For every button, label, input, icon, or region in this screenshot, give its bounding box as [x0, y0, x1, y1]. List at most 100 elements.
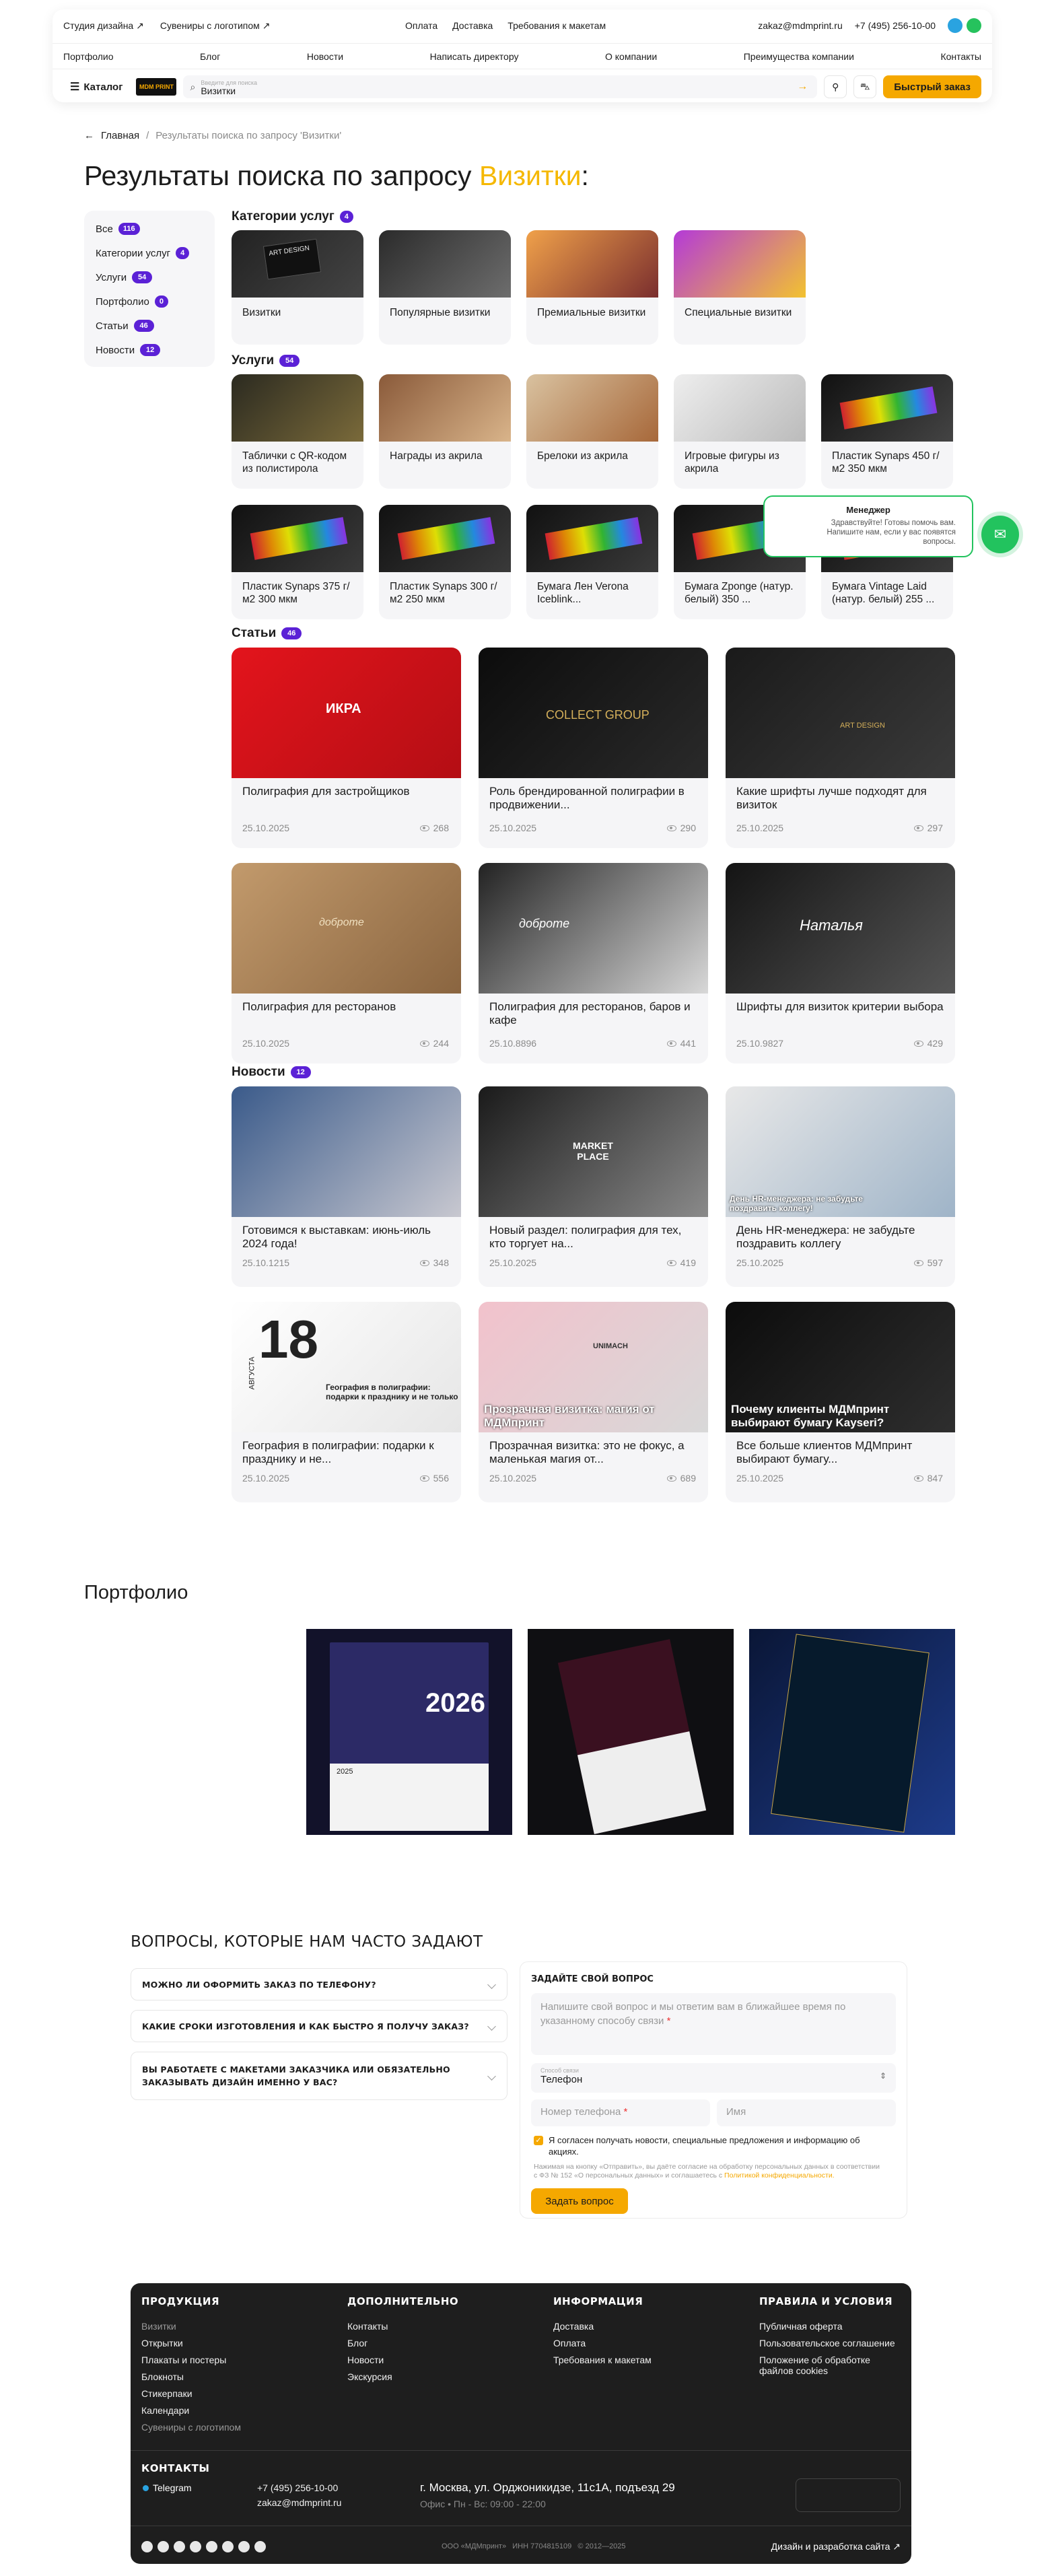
developer-link[interactable]: Дизайн и разработка сайта ↗	[771, 2541, 901, 2552]
youtube-icon[interactable]	[174, 2541, 185, 2552]
arrow-right-icon[interactable]: →	[797, 81, 808, 93]
footer-link[interactable]: Доставка	[553, 2321, 695, 2332]
delivery-link[interactable]: Доставка	[452, 20, 493, 31]
footer-telegram[interactable]: Telegram	[143, 2482, 192, 2493]
dzen-icon[interactable]	[254, 2541, 266, 2552]
requirements-link[interactable]: Требования к макетам	[508, 20, 606, 31]
news-card[interactable]: Готовимся к выставкам: июнь-июль 2024 го…	[232, 1086, 461, 1287]
manager-popup[interactable]: Менеджер Здравствуйте! Готовы помочь вам…	[763, 495, 973, 557]
rating-widget[interactable]	[796, 2478, 901, 2512]
footer-link[interactable]: Экскурсия	[347, 2371, 489, 2382]
nav-contacts[interactable]: Контакты	[940, 51, 981, 62]
contact-method-select[interactable]: Способ связи Телефон ⇕	[531, 2063, 896, 2093]
footer-link[interactable]: Блог	[347, 2338, 489, 2348]
rutube-icon[interactable]	[206, 2541, 217, 2552]
submit-button[interactable]: Задать вопрос	[531, 2188, 628, 2214]
telegram-icon[interactable]	[948, 18, 963, 33]
article-card[interactable]: COLLECT GROUP Роль брендированной полигра…	[479, 648, 708, 848]
footer-link[interactable]: Пользовательское соглашение	[759, 2338, 901, 2348]
article-card[interactable]: доброте Полиграфия для ресторанов 25.10.20…	[232, 863, 461, 1064]
tiktok-icon[interactable]	[238, 2541, 250, 2552]
news-card[interactable]: Почему клиенты МДМпринт выбирают бумагу …	[726, 1302, 955, 1502]
news-card[interactable]: MARKET PLACE Новый раздел: полиграфия для…	[479, 1086, 708, 1287]
footer-link[interactable]: Сувениры с логотипом	[141, 2422, 283, 2433]
back-arrow-icon[interactable]: ←	[84, 130, 94, 141]
footer-link[interactable]: Плакаты и постеры	[141, 2355, 283, 2365]
vk-icon[interactable]	[158, 2541, 169, 2552]
search-input[interactable]: Визитки	[201, 86, 257, 96]
nav-blog[interactable]: Блог	[200, 51, 220, 62]
header-email[interactable]: zakaz@mdmprint.ru	[758, 20, 842, 31]
footer-link[interactable]: Положение об обработке файлов cookies	[759, 2355, 901, 2376]
filter-news[interactable]: Новости 12	[96, 344, 161, 356]
category-card[interactable]: Специальные визитки	[674, 230, 806, 345]
cart-icon[interactable]: ⛍	[853, 75, 877, 98]
design-studio-link[interactable]: Студия дизайна ↗	[63, 20, 144, 32]
telegram-icon[interactable]	[141, 2541, 153, 2552]
payment-link[interactable]: Оплата	[405, 20, 438, 31]
service-card[interactable]: Игровые фигуры из акрила	[674, 374, 806, 489]
faq-item[interactable]: ВЫ РАБОТАЕТЕ С МАКЕТАМИ ЗАКАЗЧИКА ИЛИ ОБ…	[131, 2052, 508, 2100]
article-card[interactable]: ART DESIGN Какие шрифты лучше подходят дл…	[726, 648, 955, 848]
footer-phone[interactable]: +7 (495) 256-10-00	[257, 2482, 338, 2493]
consent-checkbox[interactable]: ✓	[534, 2136, 543, 2145]
chat-icon[interactable]: ✉	[981, 516, 1019, 553]
user-icon[interactable]: ⚲	[824, 75, 847, 98]
service-card[interactable]: Брелоки из акрила	[526, 374, 658, 489]
service-card[interactable]: Пластик Synaps 375 г/м2 300 мкм	[232, 505, 363, 619]
question-textarea[interactable]: Напишите свой вопрос и мы ответим вам в …	[531, 1993, 896, 2055]
catalog-button[interactable]: ☰ Каталог	[63, 75, 129, 98]
category-card[interactable]: Популярные визитки	[379, 230, 511, 345]
footer-link[interactable]: Оплата	[553, 2338, 695, 2348]
name-field[interactable]: Имя	[717, 2099, 896, 2126]
footer-email[interactable]: zakaz@mdmprint.ru	[257, 2497, 341, 2508]
footer-link[interactable]: Новости	[347, 2355, 489, 2365]
faq-item[interactable]: МОЖНО ЛИ ОФОРМИТЬ ЗАКАЗ ПО ТЕЛЕФОНУ?	[131, 1968, 508, 2000]
nav-about[interactable]: О компании	[605, 51, 657, 62]
footer-link[interactable]: Публичная оферта	[759, 2321, 901, 2332]
service-card[interactable]: Пластик Synaps 450 г/м2 350 мкм	[821, 374, 953, 489]
footer-link[interactable]: Открытки	[141, 2338, 283, 2348]
footer-link[interactable]: Блокноты	[141, 2371, 283, 2382]
ok-icon[interactable]	[190, 2541, 201, 2552]
service-card[interactable]: Таблички с QR-кодом из полистирола	[232, 374, 363, 489]
filter-all[interactable]: Все 116	[96, 223, 140, 235]
footer-link[interactable]: Контакты	[347, 2321, 489, 2332]
privacy-link[interactable]: Политикой конфиденциальности.	[724, 2171, 835, 2180]
footer-link[interactable]: Визитки	[141, 2321, 283, 2332]
nav-portfolio[interactable]: Портфолио	[63, 51, 114, 62]
filter-portfolio[interactable]: Портфолио 0	[96, 295, 168, 308]
portfolio-item[interactable]: 2026 2025	[306, 1629, 512, 1835]
phone-field[interactable]: Номер телефона *	[531, 2099, 710, 2126]
service-card[interactable]: Пластик Synaps 300 г/м2 250 мкм	[379, 505, 511, 619]
filter-categories[interactable]: Категории услуг 4	[96, 247, 190, 259]
header-phone[interactable]: +7 (495) 256-10-00	[855, 20, 936, 31]
news-card[interactable]: День HR-менеджера: не забудьте поздравит…	[726, 1086, 955, 1287]
portfolio-item[interactable]	[528, 1629, 734, 1835]
whatsapp-icon[interactable]	[967, 18, 981, 33]
pinterest-icon[interactable]	[222, 2541, 234, 2552]
faq-item[interactable]: КАКИЕ СРОКИ ИЗГОТОВЛЕНИЯ И КАК БЫСТРО Я …	[131, 2010, 508, 2042]
breadcrumb-home[interactable]: Главная	[101, 130, 139, 141]
article-card[interactable]: Наталья Шрифты для визиток критерии выбор…	[726, 863, 955, 1064]
portfolio-item[interactable]	[749, 1629, 955, 1835]
article-card[interactable]: ИКРА Полиграфия для застройщиков 25.10.202…	[232, 648, 461, 848]
news-card[interactable]: География в полиграфии: подарки к праздн…	[232, 1302, 461, 1502]
category-card[interactable]: Премиальные визитки	[526, 230, 658, 345]
nav-advantages[interactable]: Преимущества компании	[744, 51, 854, 62]
footer-link[interactable]: Стикерпаки	[141, 2388, 283, 2399]
nav-director[interactable]: Написать директору	[430, 51, 519, 62]
footer-link[interactable]: Требования к макетам	[553, 2355, 695, 2365]
service-card[interactable]: Награды из акрила	[379, 374, 511, 489]
service-card[interactable]: Бумага Лен Verona Iceblink...	[526, 505, 658, 619]
logo[interactable]: MDM PRINT	[136, 78, 177, 96]
footer-link[interactable]: Календари	[141, 2405, 283, 2416]
search-bar[interactable]: ⌕ Введите для поиска Визитки →	[183, 75, 818, 98]
souvenirs-link[interactable]: Сувениры с логотипом ↗	[160, 20, 271, 32]
filter-services[interactable]: Услуги 54	[96, 271, 153, 283]
filter-articles[interactable]: Статьи 46	[96, 320, 154, 332]
article-card[interactable]: доброте Полиграфия для ресторанов, баров …	[479, 863, 708, 1064]
news-card[interactable]: Прозрачная визитка: магия от МДМпринт UNI…	[479, 1302, 708, 1502]
nav-news[interactable]: Новости	[307, 51, 343, 62]
quick-order-button[interactable]: Быстрый заказ	[883, 75, 981, 98]
